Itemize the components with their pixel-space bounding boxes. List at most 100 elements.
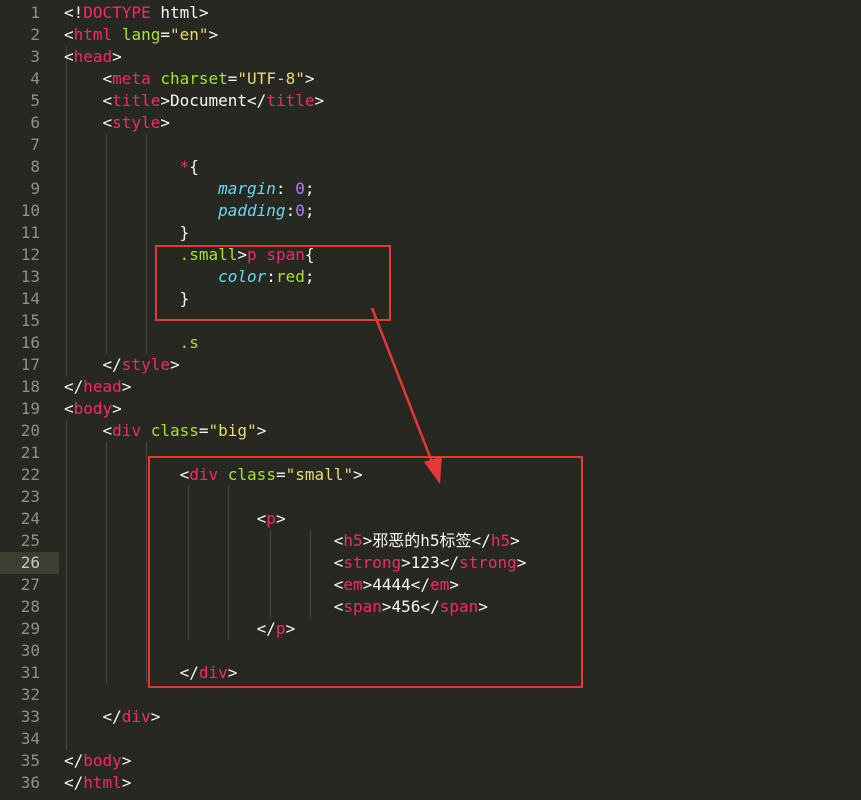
line-number: 30 (20, 641, 40, 660)
code-token-punct: > (112, 47, 122, 66)
code-token-tag: style (121, 355, 170, 374)
code-line[interactable]: </body> (64, 750, 861, 772)
line-number: 2 (30, 25, 40, 44)
code-token-num: 0 (295, 179, 305, 198)
line-number: 12 (20, 245, 40, 264)
line-number: 32 (20, 685, 40, 704)
code-line[interactable]: <meta charset="UTF-8"> (64, 68, 861, 90)
code-line[interactable] (64, 134, 861, 156)
code-line[interactable]: <html lang="en"> (64, 24, 861, 46)
html-markup-highlight-box (148, 456, 583, 688)
line-number: 34 (20, 729, 40, 748)
code-token-punct: = (198, 421, 209, 440)
code-token-attr: lang (121, 25, 161, 44)
code-line[interactable]: *{ (64, 156, 861, 178)
code-token-tag: meta (112, 69, 151, 88)
code-line[interactable]: </div> (64, 706, 861, 728)
code-token-punct: > (150, 707, 161, 726)
line-number: 15 (20, 311, 40, 330)
code-token-punct: = (227, 69, 238, 88)
line-number: 13 (20, 267, 40, 286)
code-token-tag: html (83, 773, 122, 792)
code-token-punct: > (304, 69, 315, 88)
code-token-num: 0 (295, 201, 305, 220)
code-token-string: "en" (169, 25, 209, 44)
code-line[interactable]: <div class="big"> (64, 420, 861, 442)
line-number: 7 (30, 135, 40, 154)
code-token-prop: margin (218, 179, 276, 198)
code-token-tag: div (112, 421, 142, 440)
code-token-punct: </ (102, 707, 122, 726)
code-line[interactable]: <!DOCTYPE html> (64, 2, 861, 24)
code-editor[interactable]: 1 2 3 4 5 6 7 8 9 10 11 12 13 14 15 16 17 18 19 20 21 22 23 24 2… (0, 0, 861, 800)
code-token-attr: class (150, 421, 199, 440)
code-token-tag: head (83, 377, 122, 396)
code-line[interactable]: </head> (64, 376, 861, 398)
code-token-punct: > (121, 773, 132, 792)
code-token-punct: </ (64, 751, 84, 770)
code-token-tag: body (73, 399, 113, 418)
code-token-tag: DOCTYPE (83, 3, 151, 22)
code-token-punct: > (160, 91, 170, 110)
line-number: 26 (20, 553, 40, 572)
line-number: 6 (30, 113, 40, 132)
css-selector-highlight-box (155, 245, 391, 321)
code-line[interactable]: <head> (64, 46, 861, 68)
code-line[interactable]: <style> (64, 112, 861, 134)
line-number: 19 (20, 399, 40, 418)
code-token-punct: </ (102, 355, 122, 374)
code-token-tag: div (121, 707, 151, 726)
code-token-punct: ; (304, 179, 315, 198)
code-token-punct: > (121, 377, 132, 396)
line-number: 8 (30, 157, 40, 176)
code-token-punct: > (256, 421, 267, 440)
code-token-punct: > (314, 91, 325, 110)
code-line[interactable]: <title>Document</title> (64, 90, 861, 112)
code-line[interactable] (64, 728, 861, 750)
line-number: 28 (20, 597, 40, 616)
code-token-tag: body (83, 751, 122, 770)
line-number: 25 (20, 531, 40, 550)
code-token-punct: { (189, 157, 199, 176)
line-number: 3 (30, 47, 40, 66)
line-number: 31 (20, 663, 40, 682)
code-line[interactable]: .s (64, 332, 861, 354)
code-token-punct: <! (64, 3, 84, 22)
code-token-tag: head (73, 47, 113, 66)
code-token-punct: < (102, 69, 113, 88)
line-number: 24 (20, 509, 40, 528)
line-number: 22 (20, 465, 40, 484)
code-line[interactable]: } (64, 222, 861, 244)
code-token-attr: .s (179, 333, 199, 352)
code-token-punct: > (121, 751, 132, 770)
code-line[interactable]: </style> (64, 354, 861, 376)
code-token-punct: </ (64, 773, 84, 792)
code-token-prop: padding (218, 201, 286, 220)
code-token-punct: < (64, 47, 74, 66)
code-token-punct: </ (64, 377, 84, 396)
code-token-punct: : (285, 201, 296, 220)
line-number: 11 (20, 223, 40, 242)
code-token-punct: < (64, 399, 74, 418)
code-token-attr: charset (160, 69, 228, 88)
code-token-punct: < (102, 91, 113, 110)
code-line[interactable]: <body> (64, 398, 861, 420)
code-line[interactable]: margin: 0; (64, 178, 861, 200)
code-token-punct: ; (304, 201, 315, 220)
code-line[interactable]: padding:0; (64, 200, 861, 222)
code-token-string: "big" (208, 421, 257, 440)
code-line[interactable]: </html> (64, 772, 861, 794)
line-number: 29 (20, 619, 40, 638)
code-token-tag: title (266, 91, 315, 110)
line-number: 27 (20, 575, 40, 594)
line-number: 23 (20, 487, 40, 506)
